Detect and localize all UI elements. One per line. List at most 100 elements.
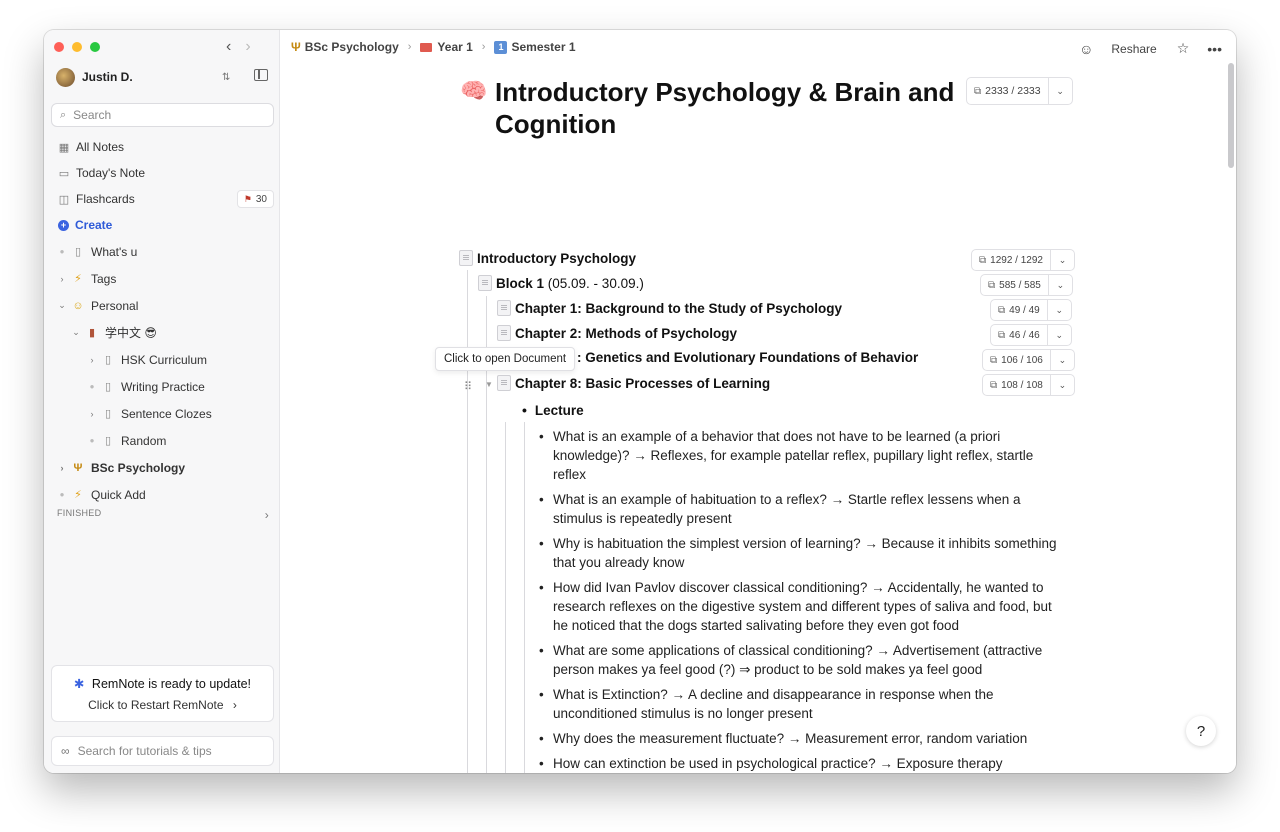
chevron-right-icon[interactable]: › — [56, 274, 68, 284]
forward-arrow-icon[interactable]: › — [245, 38, 250, 56]
breadcrumb-item[interactable]: Ψ BSc Psychology — [291, 40, 399, 54]
due-count-badge: ⚑ 30 — [236, 190, 274, 208]
chevron-right-icon[interactable]: › — [86, 409, 98, 419]
tree-item-sentence[interactable]: › ▯ Sentence Clozes — [56, 400, 280, 427]
app-window: ‹ › Justin D. ⇅ ⌕ Search ▦ All Notes ▭ T… — [44, 30, 1236, 773]
search-placeholder: Search — [73, 108, 112, 122]
flag-icon: ⚑ — [243, 193, 252, 204]
reshare-button[interactable]: Reshare — [1111, 42, 1156, 56]
row-card-count[interactable]: ⧉ 1292 / 1292 ⌄ — [971, 249, 1075, 271]
scrollbar[interactable] — [1228, 63, 1234, 168]
breadcrumb-item[interactable]: Year 1 — [420, 40, 473, 54]
sidebar-toggle-icon[interactable] — [254, 69, 268, 81]
outline-guide — [524, 422, 525, 773]
outline-row-lecture[interactable]: Lecture — [522, 402, 584, 418]
chevron-down-icon[interactable]: ⌄ — [1049, 350, 1074, 370]
breadcrumb: Ψ BSc Psychology › Year 1 › 1 Semester 1 — [291, 40, 576, 54]
calendar-icon: ▭ — [58, 167, 70, 180]
chevron-down-icon[interactable]: ⌄ — [1049, 375, 1074, 395]
outline-row-chapter-2[interactable]: Chapter 2: Methods of Psychology — [497, 325, 737, 341]
flashcard-row[interactable]: • Why is habituation the simplest version… — [539, 534, 1061, 572]
smiley-icon[interactable]: ☺ — [1079, 41, 1093, 57]
remnote-logo-icon: ✱ — [73, 677, 85, 691]
user-switcher[interactable]: Justin D. ⇅ — [56, 66, 272, 88]
cards-icon: ⧉ — [988, 279, 996, 291]
chevron-updown-icon[interactable]: ⇅ — [222, 72, 230, 83]
row-card-count[interactable]: ⧉ 49 / 49 ⌄ — [990, 299, 1072, 321]
tree-item-hsk[interactable]: › ▯ HSK Curriculum — [56, 346, 280, 373]
tree-item-bsc-psychology[interactable]: › Ψ BSc Psychology — [56, 454, 280, 481]
sidebar-item-todays-note[interactable]: ▭ Today's Note — [44, 160, 280, 186]
tutorial-search-input[interactable]: ∞ Search for tutorials & tips — [51, 736, 274, 766]
update-card: ✱ RemNote is ready to update! Click to R… — [51, 665, 274, 722]
chevron-right-icon[interactable]: › — [265, 508, 269, 522]
outline-row-chapter-1[interactable]: Chapter 1: Background to the Study of Ps… — [497, 300, 842, 316]
tooltip: Click to open Document — [435, 347, 576, 371]
document-icon — [497, 375, 511, 391]
chevron-down-icon[interactable]: ⌄ — [1046, 300, 1071, 320]
outline-guide — [467, 270, 468, 773]
cards-icon: ⧉ — [990, 379, 998, 391]
chevron-down-icon[interactable]: ⌄ — [1047, 275, 1072, 295]
sidebar-search-input[interactable]: ⌕ Search — [51, 103, 274, 127]
outline-row-introductory-psychology[interactable]: Introductory Psychology — [459, 250, 636, 266]
row-card-count[interactable]: ⧉ 585 / 585 ⌄ — [980, 274, 1073, 296]
sidebar-item-all-notes[interactable]: ▦ All Notes — [44, 134, 280, 160]
row-card-count[interactable]: ⧉ 106 / 106 ⌄ — [982, 349, 1075, 371]
collapse-triangle-icon[interactable]: ▼ — [485, 380, 493, 389]
zoom-window-button[interactable] — [90, 42, 100, 52]
folder-icon — [420, 42, 433, 52]
create-label: Create — [75, 218, 113, 232]
chevron-right-icon[interactable]: › — [86, 355, 98, 365]
tree-item-whats-up[interactable]: ● ▯ What's u — [56, 238, 280, 265]
brain-icon: 🧠 — [460, 78, 488, 103]
help-button[interactable]: ? — [1186, 716, 1216, 746]
cards-icon: ⧉ — [998, 329, 1006, 341]
flashcard-row[interactable]: • What is an example of a behavior that d… — [539, 427, 1061, 484]
tree-item-writing[interactable]: ● ▯ Writing Practice — [56, 373, 280, 400]
window-controls — [54, 42, 100, 52]
chevron-down-icon[interactable]: ⌄ — [1049, 250, 1074, 270]
chevron-down-icon[interactable]: ⌄ — [1047, 78, 1072, 104]
chevron-down-icon[interactable]: ⌄ — [1046, 325, 1071, 345]
chevron-right-icon: › — [407, 41, 412, 53]
tree-item-personal[interactable]: ⌄ ☺ Personal — [56, 292, 280, 319]
drag-handle-icon[interactable]: ⠿ — [464, 380, 472, 393]
flashcard-row[interactable]: • What is Extinction? → A decline and dis… — [539, 685, 1061, 723]
finished-section[interactable]: FINISHED › — [57, 508, 269, 522]
row-card-count[interactable]: ⧉ 46 / 46 ⌄ — [990, 324, 1072, 346]
flashcard-row[interactable]: • Why does the measurement fluctuate? → M… — [539, 729, 1061, 748]
flashcard-row[interactable]: • How did Ivan Pavlov discover classical … — [539, 578, 1061, 635]
minimize-window-button[interactable] — [72, 42, 82, 52]
flashcard-row[interactable]: • What is an example of habituation to a … — [539, 490, 1061, 528]
sidebar-item-flashcards[interactable]: ◫ Flashcards ⚑ 30 — [44, 186, 280, 212]
chevron-down-icon[interactable]: ⌄ — [56, 300, 68, 311]
cards-icon: ⧉ — [990, 354, 998, 366]
tree-item-random[interactable]: ● ▯ Random — [56, 427, 280, 454]
star-icon[interactable]: ☆ — [1177, 40, 1190, 57]
outline-row-chapter-8[interactable]: Chapter 8: Basic Processes of Learning — [497, 375, 770, 391]
avatar — [56, 67, 75, 87]
number-one-icon: 1 — [494, 40, 508, 54]
chevron-down-icon[interactable]: ⌄ — [70, 327, 82, 338]
flashcard-row[interactable]: • What are some applications of classical… — [539, 641, 1061, 679]
back-arrow-icon[interactable]: ‹ — [226, 38, 231, 56]
tree-item-quick-add[interactable]: ● ⚡ Quick Add — [56, 481, 280, 508]
update-title: RemNote is ready to update! — [91, 677, 252, 691]
tree-item-tags[interactable]: › ⚡ Tags — [56, 265, 280, 292]
sidebar-nav: ▦ All Notes ▭ Today's Note ◫ Flashcards … — [44, 134, 280, 508]
more-icon[interactable]: ••• — [1207, 41, 1222, 57]
document-card-count[interactable]: ⧉ 2333 / 2333 ⌄ — [966, 77, 1073, 105]
chevron-right-icon[interactable]: › — [56, 463, 68, 473]
create-button[interactable]: + Create — [44, 212, 280, 238]
row-card-count[interactable]: ⧉ 108 / 108 ⌄ — [982, 374, 1075, 396]
close-window-button[interactable] — [54, 42, 64, 52]
document-title[interactable]: Introductory Psychology & Brain and Cogn… — [495, 76, 985, 140]
breadcrumb-item[interactable]: 1 Semester 1 — [494, 40, 576, 54]
restart-link[interactable]: Click to Restart RemNote › — [52, 698, 273, 712]
outline-row-chapter-genetics[interactable]: : Genetics and Evolutionary Foundations … — [577, 350, 918, 365]
sidebar: ‹ › Justin D. ⇅ ⌕ Search ▦ All Notes ▭ T… — [44, 30, 280, 773]
tree-item-chinese[interactable]: ⌄ ▮ 学中文 😎 — [56, 319, 280, 346]
flashcard-row[interactable]: • How can extinction be used in psycholog… — [539, 754, 1061, 773]
outline-row-block-1[interactable]: Block 1 (05.09. - 30.09.) — [478, 275, 644, 291]
